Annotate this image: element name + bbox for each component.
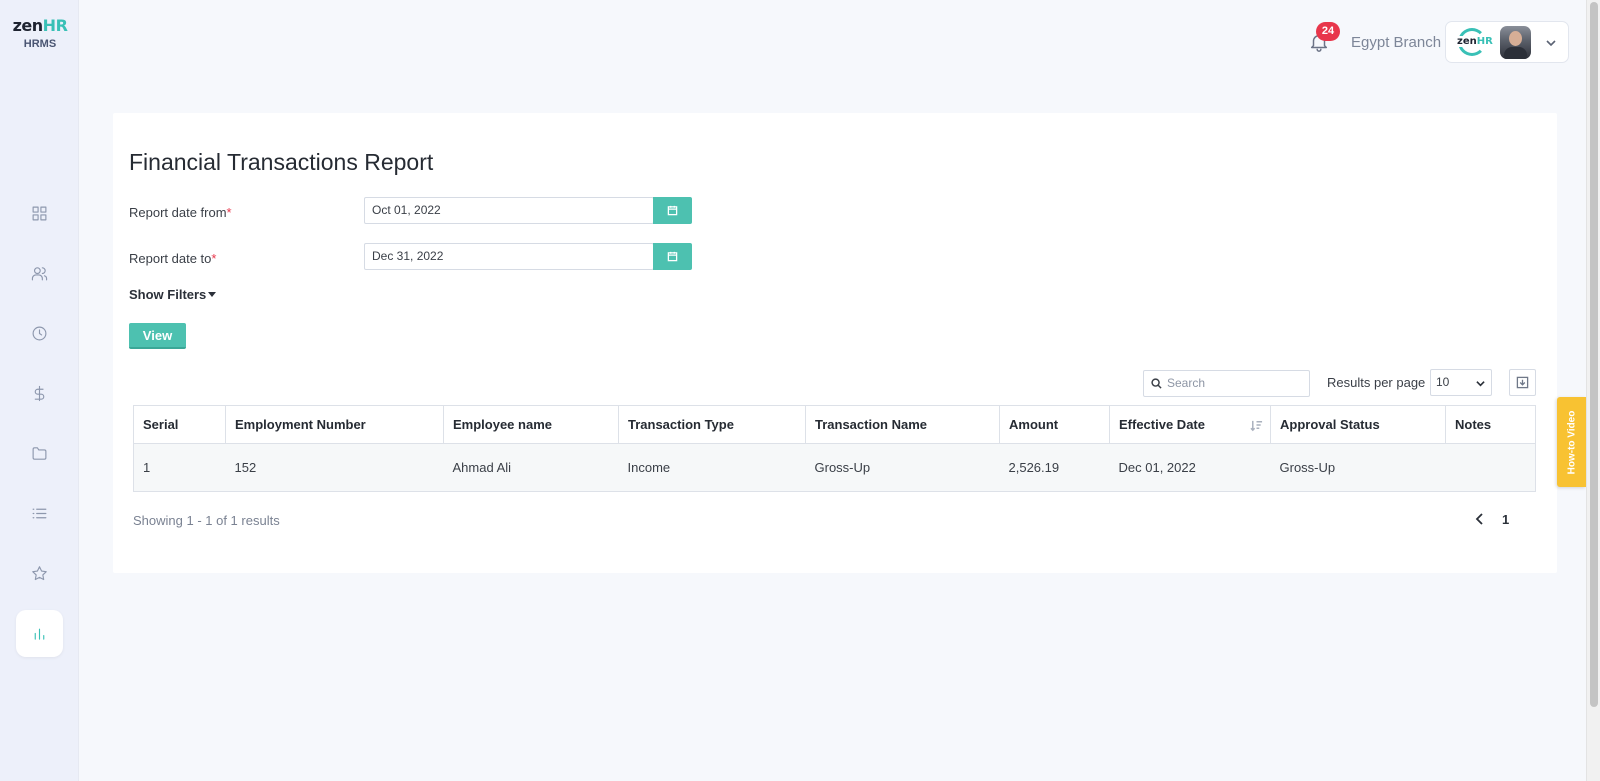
sidebar-item-payroll[interactable] xyxy=(16,370,63,417)
sidebar-item-attendance[interactable] xyxy=(16,310,63,357)
sidebar-item-employees[interactable] xyxy=(16,250,63,297)
column-header-transaction-type[interactable]: Transaction Type xyxy=(618,405,806,444)
dollar-icon xyxy=(34,385,45,402)
cell-notes xyxy=(1445,443,1536,492)
export-button[interactable] xyxy=(1509,369,1536,396)
results-per-page-select[interactable]: 10 xyxy=(1430,369,1492,396)
search-icon xyxy=(1151,378,1162,389)
how-to-video-button[interactable]: How-to Video xyxy=(1557,397,1586,487)
cell-transaction-name: Gross-Up xyxy=(805,443,1000,492)
results-summary: Showing 1 - 1 of 1 results xyxy=(133,513,280,528)
date-to-label: Report date to* xyxy=(129,251,217,266)
column-header-approval-status[interactable]: Approval Status xyxy=(1270,405,1446,444)
date-to-calendar-button[interactable] xyxy=(653,243,692,270)
date-from-calendar-button[interactable] xyxy=(653,197,692,224)
cell-serial: 1 xyxy=(133,443,226,492)
sidebar-item-performance[interactable] xyxy=(16,550,63,597)
column-header-employment-number[interactable]: Employment Number xyxy=(225,405,444,444)
column-header-employee-name[interactable]: Employee name xyxy=(443,405,619,444)
cell-approval-status: Gross-Up xyxy=(1270,443,1446,492)
cell-employee-name: Ahmad Ali xyxy=(443,443,619,492)
pagination-page-1[interactable]: 1 xyxy=(1502,512,1509,527)
clock-icon xyxy=(32,326,47,341)
column-header-effective-date[interactable]: Effective Date xyxy=(1109,405,1271,444)
search-input[interactable]: Search xyxy=(1143,370,1310,397)
page-title: Financial Transactions Report xyxy=(129,149,434,175)
transactions-table: Serial Employment Number Employee name T… xyxy=(133,405,1536,492)
chevron-down-icon xyxy=(1476,381,1485,387)
download-icon xyxy=(1516,376,1529,389)
table-row[interactable]: 1 152 Ahmad Ali Income Gross-Up 2,526.19… xyxy=(133,443,1536,492)
zenhr-logo[interactable]: zenHR HRMS xyxy=(10,16,70,50)
chevron-down-icon xyxy=(1545,36,1557,48)
branch-name[interactable]: Egypt Branch xyxy=(1351,34,1441,51)
notification-badge: 24 xyxy=(1316,22,1340,41)
column-header-notes[interactable]: Notes xyxy=(1445,405,1536,444)
sidebar-item-requests[interactable] xyxy=(16,490,63,537)
sidebar: zenHR HRMS xyxy=(0,0,79,781)
date-from-label: Report date from* xyxy=(129,205,232,220)
user-menu[interactable]: zenHR xyxy=(1445,21,1569,63)
star-icon xyxy=(32,566,47,581)
cell-employment-number: 152 xyxy=(225,443,444,492)
chevron-left-icon xyxy=(1475,513,1483,525)
report-card xyxy=(113,113,1557,573)
sidebar-item-documents[interactable] xyxy=(16,430,63,477)
column-header-transaction-name[interactable]: Transaction Name xyxy=(805,405,1000,444)
calendar-icon xyxy=(667,205,678,216)
logo-wordmark: zenHR xyxy=(12,16,68,35)
table-header-row: Serial Employment Number Employee name T… xyxy=(133,405,1536,444)
date-from-input[interactable]: Oct 01, 2022 xyxy=(364,197,654,224)
show-filters-toggle[interactable]: Show Filters xyxy=(129,287,217,302)
caret-down-icon xyxy=(208,291,217,297)
page-scrollbar[interactable] xyxy=(1586,0,1600,781)
company-logo: zenHR xyxy=(1454,27,1494,57)
pagination-prev-button[interactable] xyxy=(1474,512,1486,526)
avatar xyxy=(1500,25,1531,59)
users-icon xyxy=(31,267,48,281)
date-to-input[interactable]: Dec 31, 2022 xyxy=(364,243,654,270)
column-header-serial[interactable]: Serial xyxy=(133,405,226,444)
how-to-video-label: How-to Video xyxy=(1566,410,1578,474)
cell-amount: 2,526.19 xyxy=(999,443,1110,492)
folder-icon xyxy=(32,447,47,460)
cell-effective-date: Dec 01, 2022 xyxy=(1109,443,1271,492)
calendar-icon xyxy=(667,251,678,262)
column-header-amount[interactable]: Amount xyxy=(999,405,1110,444)
results-per-page-label: Results per page xyxy=(1327,375,1426,390)
view-button[interactable]: View xyxy=(129,323,186,349)
sort-icon[interactable] xyxy=(1250,419,1263,432)
cell-transaction-type: Income xyxy=(618,443,806,492)
bar-chart-icon xyxy=(34,628,45,640)
dashboard-icon xyxy=(32,206,47,221)
sidebar-item-reports[interactable] xyxy=(16,610,63,657)
logo-subtitle: HRMS xyxy=(23,38,57,50)
sidebar-item-dashboard[interactable] xyxy=(16,190,63,237)
list-icon xyxy=(32,508,47,519)
scrollbar-thumb[interactable] xyxy=(1590,2,1598,707)
